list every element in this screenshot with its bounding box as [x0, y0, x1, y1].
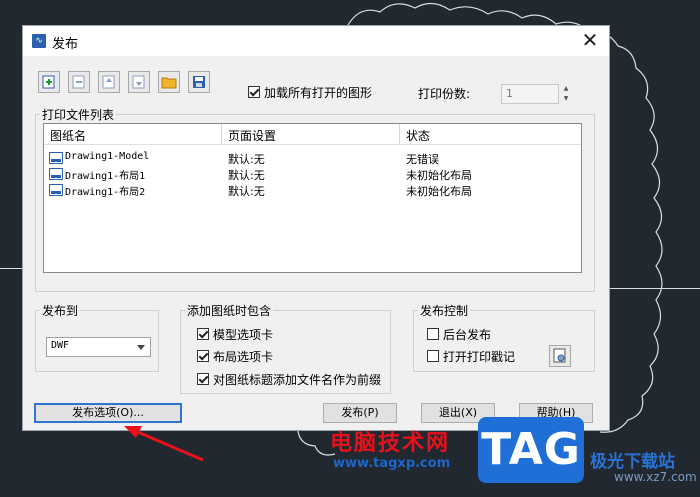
annotation-arrow — [124, 426, 204, 462]
watermark-site-name: 电脑技术网 — [330, 431, 451, 456]
watermark-xz-name: 极光下载站 — [590, 452, 675, 472]
watermark-xz-url: www.xz7.com — [614, 470, 697, 484]
tag-logo: TAG — [478, 417, 584, 483]
watermark-site-url: www.tagxp.com — [333, 456, 451, 471]
